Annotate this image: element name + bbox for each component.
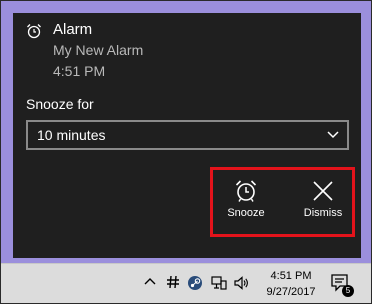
taskbar-clock[interactable]: 4:51 PM 9/27/2017 [257, 268, 325, 300]
speaker-icon[interactable] [233, 275, 249, 291]
steam-icon[interactable] [187, 275, 203, 291]
alarm-toast: Alarm My New Alarm 4:51 PM Snooze for 10… [13, 13, 361, 258]
chevron-down-icon [327, 131, 339, 139]
clock-date: 9/27/2017 [266, 286, 316, 298]
action-buttons-highlight [210, 167, 355, 237]
taskbar: 4:51 PM 9/27/2017 5 [0, 263, 372, 304]
snooze-duration-select[interactable]: 10 minutes [26, 120, 349, 150]
chevron-up-icon[interactable] [143, 275, 157, 289]
snooze-for-label: Snooze for [26, 96, 94, 112]
snooze-duration-value: 10 minutes [37, 127, 106, 143]
clock-time: 4:51 PM [270, 270, 312, 282]
notification-count-badge: 5 [342, 285, 354, 297]
alarm-time: 4:51 PM [53, 63, 106, 79]
hash-icon[interactable] [166, 275, 180, 289]
network-icon[interactable] [211, 275, 227, 291]
action-center-button[interactable]: 5 [330, 273, 354, 297]
alarm-clock-icon [27, 24, 41, 39]
toast-app-name: Alarm [53, 21, 93, 38]
alarm-name: My New Alarm [53, 42, 144, 58]
